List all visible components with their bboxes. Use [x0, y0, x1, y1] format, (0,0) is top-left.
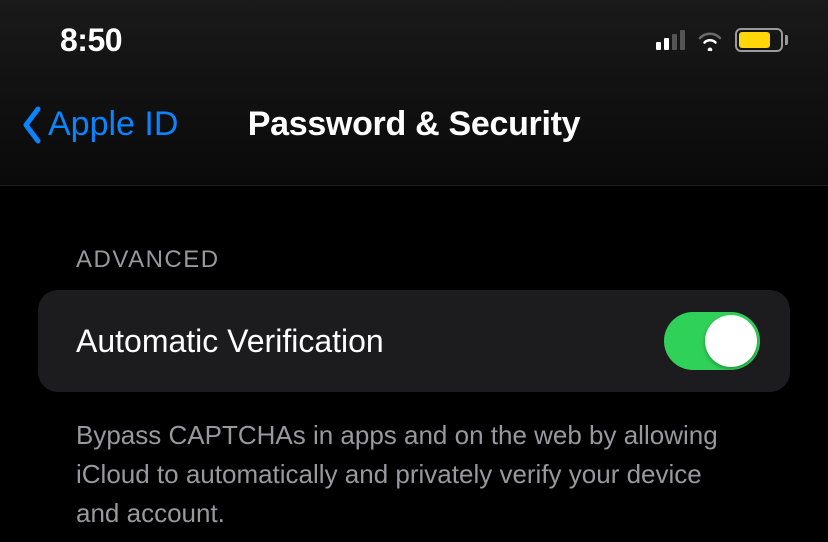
- status-bar: 8:50: [0, 0, 828, 72]
- back-button[interactable]: Apple ID: [20, 105, 178, 145]
- status-time: 8:50: [60, 22, 122, 59]
- back-label: Apple ID: [48, 105, 178, 144]
- section-footer: Bypass CAPTCHAs in apps and on the web b…: [38, 392, 790, 533]
- status-indicators: [656, 28, 788, 52]
- section-header: ADVANCED: [38, 246, 790, 290]
- battery-icon: [735, 28, 788, 52]
- cellular-signal-icon: [656, 30, 685, 50]
- automatic-verification-toggle[interactable]: [664, 312, 760, 370]
- cell-label: Automatic Verification: [76, 323, 384, 360]
- toggle-knob: [705, 315, 757, 367]
- wifi-icon: [695, 29, 725, 51]
- navigation-bar: Apple ID Password & Security: [0, 72, 828, 186]
- automatic-verification-cell[interactable]: Automatic Verification: [38, 290, 790, 392]
- content-area: ADVANCED Automatic Verification Bypass C…: [0, 186, 828, 533]
- chevron-left-icon: [20, 105, 44, 145]
